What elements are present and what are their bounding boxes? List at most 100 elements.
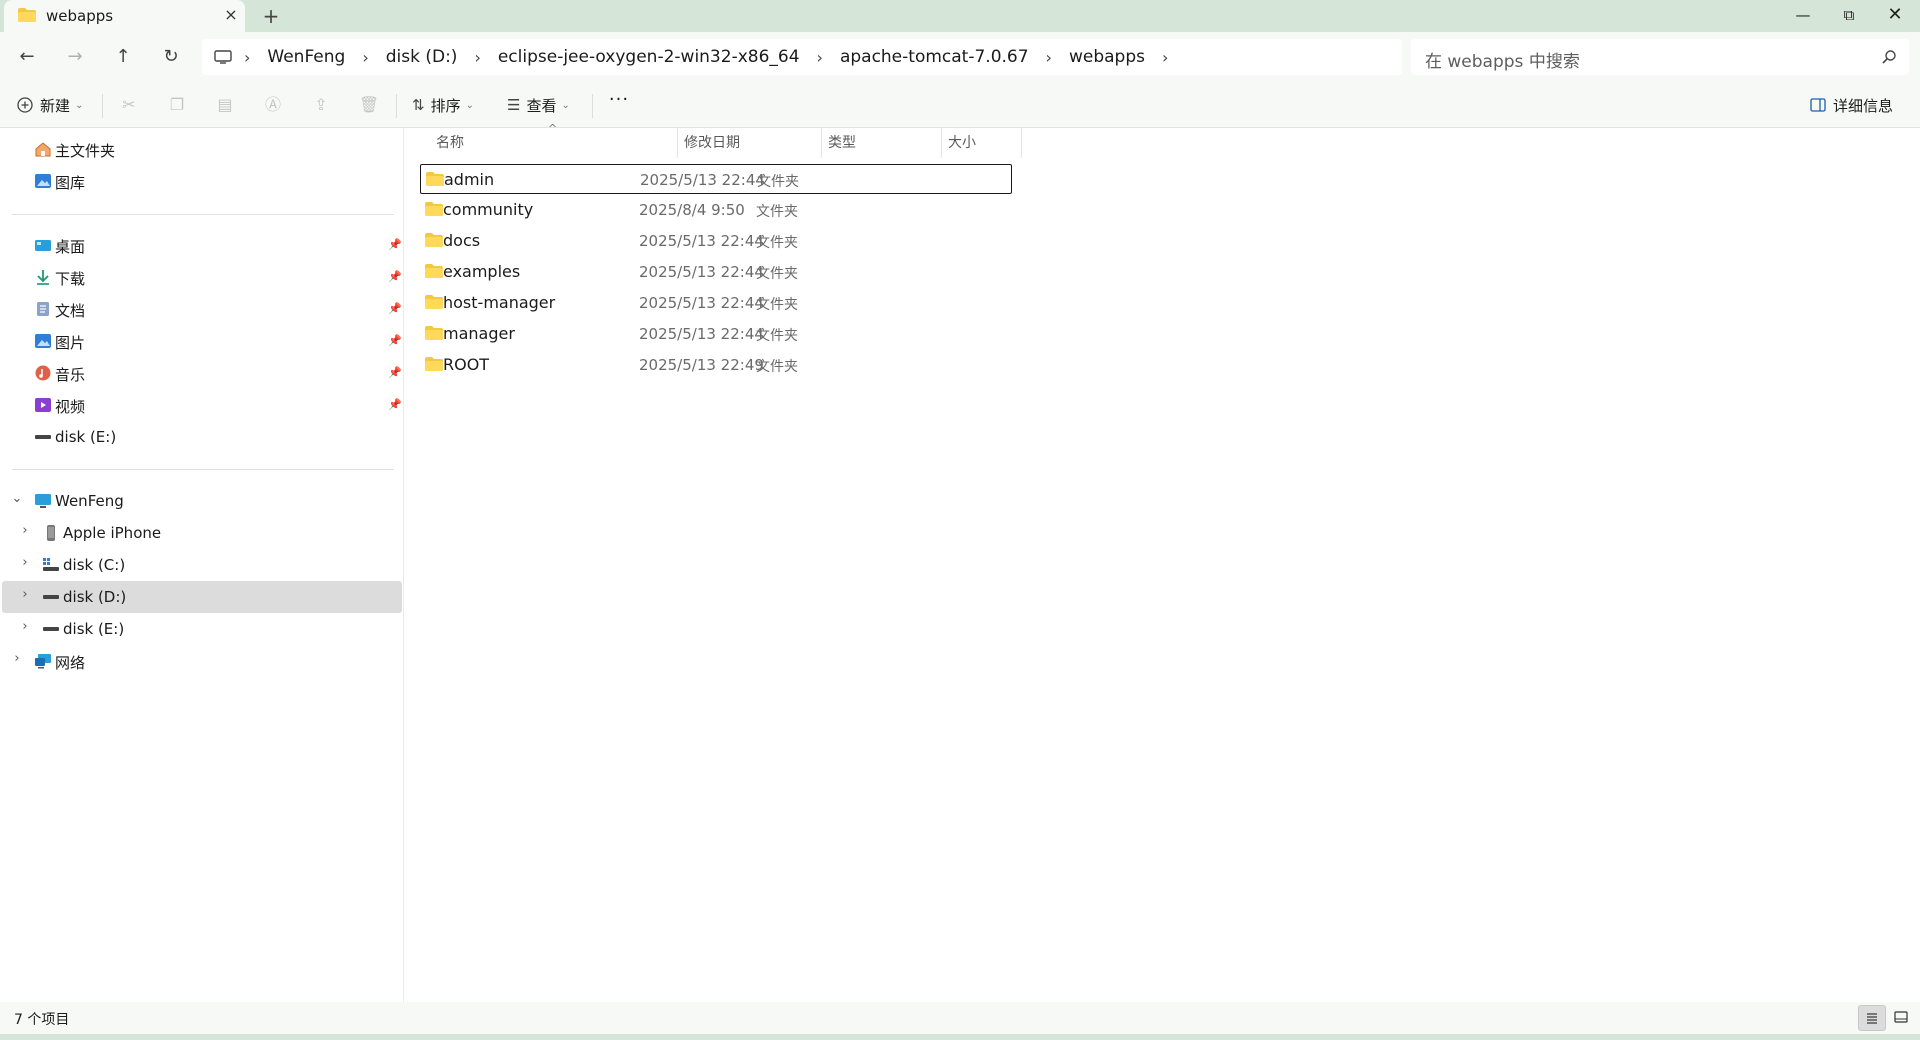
chevron-right-icon[interactable]: › (10, 651, 24, 669)
sidebar-item-music[interactable]: 音乐 📌 (2, 357, 402, 389)
delete-icon[interactable]: 🗑 (358, 94, 380, 116)
sidebar-item-documents[interactable]: 文档 📌 (2, 293, 402, 325)
details-view-button[interactable] (1858, 1005, 1886, 1031)
search-box[interactable]: 在 webapps 中搜索 (1411, 39, 1909, 75)
forward-button[interactable]: → (60, 43, 90, 71)
details-pane-button[interactable]: 详细信息 (1810, 91, 1893, 119)
file-row-root[interactable]: ROOT 2025/5/13 22:49 文件夹 (420, 350, 1012, 380)
sidebar-item-videos[interactable]: 视频 📌 (2, 389, 402, 421)
tiles-view-icon (1894, 1011, 1908, 1023)
breadcrumb-chevron-icon[interactable]: › (817, 48, 823, 67)
chevron-right-icon[interactable]: › (18, 523, 32, 541)
phone-icon (47, 525, 55, 541)
sidebar-item-network[interactable]: › 网络 (2, 645, 402, 677)
sidebar-item-wenfeng[interactable]: ⌄ WenFeng (2, 485, 402, 517)
chevron-right-icon[interactable]: › (18, 555, 32, 573)
breadcrumb-chevron-icon[interactable]: › (1046, 48, 1052, 67)
sidebar-item-gallery[interactable]: 图库 (2, 165, 402, 197)
large-icons-view-button[interactable] (1888, 1005, 1916, 1031)
file-row-examples[interactable]: examples 2025/5/13 22:44 文件夹 (420, 257, 1012, 287)
up-button[interactable]: ↑ (108, 43, 138, 71)
maximize-button[interactable]: ⧉ (1826, 0, 1872, 32)
file-row-community[interactable]: community 2025/8/4 9:50 文件夹 (420, 195, 1012, 225)
breadcrumb-wenfeng[interactable]: WenFeng (267, 47, 345, 67)
file-row-admin[interactable]: admin 2025/5/13 22:44 文件夹 (420, 164, 1012, 194)
sidebar-item-pictures[interactable]: 图片 📌 (2, 325, 402, 357)
sidebar-item-home[interactable]: 主文件夹 (2, 133, 402, 165)
breadcrumb-chevron-icon[interactable]: › (362, 48, 368, 67)
pin-icon[interactable]: 📌 (388, 238, 402, 252)
chevron-right-icon[interactable]: › (18, 587, 32, 605)
sidebar-item-label: 主文件夹 (55, 142, 116, 160)
folder-icon (426, 172, 444, 186)
sidebar-item-disk-d[interactable]: › disk (D:) (2, 581, 402, 613)
sidebar-item-desktop[interactable]: 桌面 📌 (2, 229, 402, 261)
folder-icon (425, 357, 443, 371)
sidebar-item-label: 图库 (55, 174, 86, 192)
back-button[interactable]: ← (12, 43, 42, 71)
breadcrumb-tomcat[interactable]: apache-tomcat-7.0.67 (840, 47, 1029, 67)
breadcrumb-disk-d[interactable]: disk (D:) (386, 47, 458, 67)
breadcrumb-chevron-icon[interactable]: › (1162, 48, 1168, 67)
sidebar-item-label: WenFeng (55, 492, 124, 510)
search-input[interactable]: 在 webapps 中搜索 (1425, 47, 1580, 72)
sidebar-item-apple-iphone[interactable]: › Apple iPhone (2, 517, 402, 549)
minimize-button[interactable]: — (1780, 0, 1826, 32)
file-row-docs[interactable]: docs 2025/5/13 22:44 文件夹 (420, 226, 1012, 256)
sidebar-item-disk-e-tree[interactable]: › disk (E:) (2, 613, 402, 645)
column-divider[interactable] (821, 128, 822, 158)
column-header-type[interactable]: 类型 (828, 128, 856, 158)
address-bar[interactable]: › WenFeng › disk (D:) › eclipse-jee-oxyg… (202, 39, 1402, 75)
close-window-button[interactable]: ✕ (1872, 0, 1918, 32)
column-divider[interactable] (1021, 128, 1022, 158)
column-divider[interactable] (677, 128, 678, 158)
sort-button[interactable]: ⇅ 排序 ⌄ (412, 91, 474, 119)
pin-icon[interactable]: 📌 (388, 398, 402, 412)
file-list: ^ 名称 修改日期 类型 大小 admin 2025/5/13 22:44 文件… (405, 122, 1920, 1002)
sidebar-item-label: 图片 (55, 334, 86, 352)
share-icon[interactable]: ⇪ (310, 94, 332, 116)
tab-webapps[interactable]: webapps × (4, 0, 245, 32)
chevron-down-icon[interactable]: ⌄ (10, 491, 24, 509)
column-header-size[interactable]: 大小 (948, 128, 976, 158)
sidebar-item-disk-e[interactable]: disk (E:) (2, 421, 402, 453)
more-options-button[interactable]: ··· (605, 91, 633, 117)
chevron-right-icon[interactable]: › (18, 619, 32, 637)
cut-icon[interactable]: ✂ (118, 94, 140, 116)
sidebar-item-disk-c[interactable]: › disk (C:) (2, 549, 402, 581)
search-icon[interactable] (1881, 49, 1897, 65)
pin-icon[interactable]: 📌 (388, 302, 402, 316)
command-divider (592, 94, 593, 118)
file-row-manager[interactable]: manager 2025/5/13 22:44 文件夹 (420, 319, 1012, 349)
sidebar-item-label: 音乐 (55, 366, 86, 384)
pin-icon[interactable]: 📌 (388, 334, 402, 348)
column-divider[interactable] (941, 128, 942, 158)
close-tab-icon[interactable]: × (220, 4, 242, 26)
file-name: admin (444, 170, 495, 189)
network-icon (35, 654, 51, 669)
pin-icon[interactable]: 📌 (388, 366, 402, 380)
folder-icon (425, 264, 443, 278)
column-header-date[interactable]: 修改日期 (684, 128, 740, 158)
file-name: community (443, 200, 534, 219)
copy-icon[interactable]: ❐ (166, 94, 188, 116)
file-row-host-manager[interactable]: host-manager 2025/5/13 22:44 文件夹 (420, 288, 1012, 318)
folder-icon (425, 202, 443, 216)
breadcrumb-chevron-icon[interactable]: › (244, 48, 250, 67)
breadcrumb-eclipse[interactable]: eclipse-jee-oxygen-2-win32-x86_64 (498, 47, 800, 67)
column-header-name[interactable]: 名称 (436, 128, 464, 158)
navigation-pane: 主文件夹 图库 桌面 📌 下载 📌 文档 📌 图片 📌 音乐 📌 视频 📌 di… (0, 128, 404, 1002)
new-tab-button[interactable]: + (258, 3, 284, 29)
view-button[interactable]: ☰ 查看 ⌄ (507, 91, 570, 119)
computer-icon[interactable] (214, 50, 232, 64)
refresh-button[interactable]: ↻ (156, 43, 186, 71)
pin-icon[interactable]: 📌 (388, 270, 402, 284)
breadcrumb-chevron-icon[interactable]: › (474, 48, 480, 67)
folder-icon (425, 295, 443, 309)
rename-icon[interactable]: Ⓐ (262, 94, 284, 116)
paste-icon[interactable]: ▤ (214, 94, 236, 116)
sidebar-item-downloads[interactable]: 下载 📌 (2, 261, 402, 293)
videos-icon (35, 398, 51, 412)
breadcrumb-webapps[interactable]: webapps (1069, 47, 1145, 67)
new-button[interactable]: 新建 ⌄ (16, 91, 83, 119)
